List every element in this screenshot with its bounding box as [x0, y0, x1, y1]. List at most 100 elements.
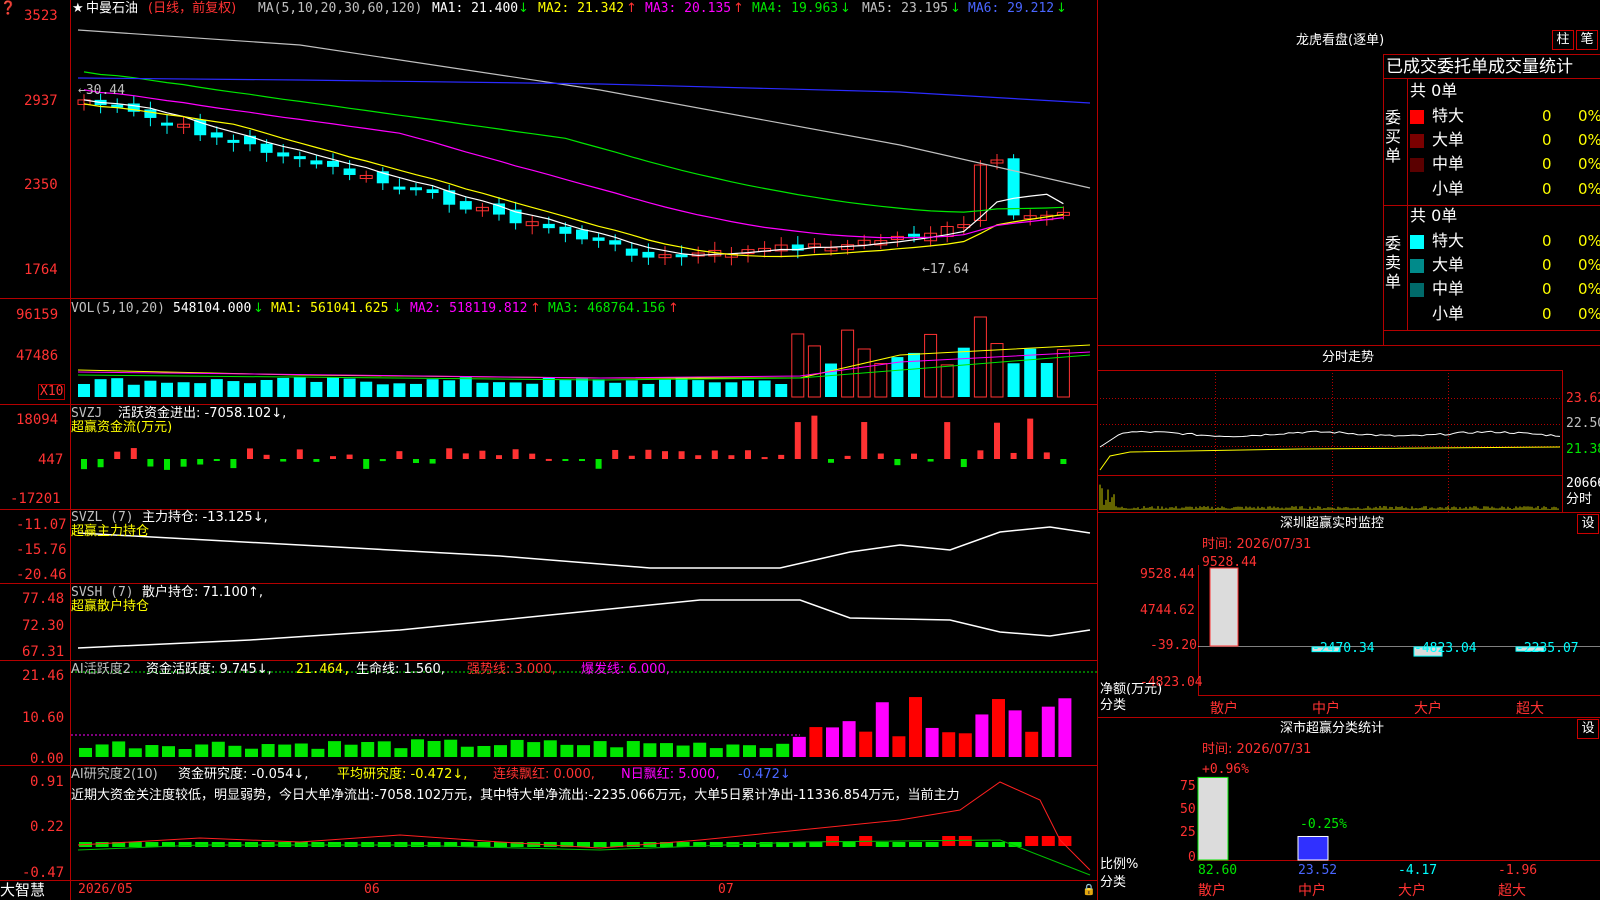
vol-bar	[509, 382, 522, 397]
svzj-bar	[429, 459, 436, 464]
ai-active-bar	[178, 748, 192, 757]
settings-marker-icon[interactable]: ❓	[0, 2, 16, 16]
y-tick-svzl-0: -11.07	[16, 517, 67, 533]
lock-icon[interactable]: 🔒	[1082, 883, 1096, 897]
ai-active-bar	[975, 714, 989, 757]
lhb-sell-row-count: 0	[1542, 280, 1552, 298]
svzj-bar	[512, 449, 519, 459]
y-tick-air-0: 0.91	[30, 774, 64, 790]
ma3-arrow: ↑	[733, 1, 744, 16]
ai-research-bar	[128, 842, 142, 847]
svzj-bar	[413, 459, 419, 463]
period-label[interactable]: (日线，前复权)	[148, 2, 236, 16]
lhb-detail-button[interactable]: 笔	[1576, 30, 1598, 50]
brand-label: 大智慧	[0, 881, 46, 899]
ai-active-lifeline: 生命线: 1.560,	[356, 662, 445, 677]
ai-active-burstline: 爆发线: 6.000,	[581, 662, 670, 677]
vol-bar	[277, 377, 290, 397]
ma2-arrow: ↑	[626, 1, 637, 16]
ma5-arrow: ↓	[950, 1, 961, 16]
ai-active-bar	[128, 748, 142, 757]
ma2-value: MA2: 21.342	[538, 1, 625, 16]
ai-active-bar	[328, 741, 341, 757]
vol-bar	[957, 347, 970, 397]
monitor-ytick-0: 9528.44	[1140, 567, 1195, 582]
ai-active-bar	[577, 745, 590, 757]
candle-body	[227, 139, 240, 143]
ai-active-bar	[610, 747, 624, 757]
ma3-value: MA3: 20.135	[645, 1, 732, 16]
vol-bar	[924, 333, 938, 398]
ai-research-bar	[958, 836, 972, 846]
intraday-tick-0: 23.62	[1566, 391, 1600, 406]
vol-bar	[725, 382, 738, 397]
vol-bar	[343, 378, 356, 397]
ai-active-bar	[842, 721, 856, 757]
vol-bar	[177, 382, 190, 397]
candle-body	[343, 168, 356, 175]
lhb-bar-button[interactable]: 柱	[1552, 30, 1574, 50]
ai-active-bar	[859, 731, 873, 757]
ai-active-bar	[477, 745, 491, 757]
ai-research-bar	[709, 842, 723, 847]
vol-bar	[244, 383, 256, 397]
y-tick-vol-0: 96159	[16, 307, 59, 323]
intraday-tick-1: 22.50	[1566, 416, 1600, 431]
svzj-sub: 超赢资金流(万元)	[71, 420, 173, 435]
svzj-bar	[296, 449, 303, 459]
svzj-bar	[247, 448, 253, 459]
vol-unit-badge[interactable]: X10	[38, 384, 66, 400]
lhb-header: 已成交委托单成交量统计	[1386, 57, 1573, 77]
lhb-buy-row-name: 特大	[1432, 106, 1465, 125]
classify-ytick-2: 25	[1180, 825, 1196, 840]
vol-bar	[775, 384, 788, 397]
svzl-sub: 超赢主力持仓	[71, 524, 150, 539]
vol-bar	[609, 382, 622, 397]
intraday-tick-2: 21.38	[1566, 442, 1600, 457]
lhb-buy-row-count: 0	[1542, 107, 1552, 125]
svzj-bar	[678, 451, 685, 459]
monitor-cat-label: 中户	[1312, 700, 1340, 717]
svzj-bar	[164, 459, 170, 470]
classify-settings-button[interactable]: 设	[1577, 719, 1599, 739]
ai-active-bar	[261, 744, 275, 757]
vol-ma3: MA3: 468764.156	[548, 301, 666, 316]
ma1-value: MA1: 21.400	[432, 1, 519, 16]
svzj-bar	[496, 455, 502, 459]
vol-bar	[360, 381, 373, 397]
ai-active-bar	[909, 697, 922, 757]
ai-active-bar	[626, 741, 640, 757]
ai-research-bar	[892, 842, 906, 847]
ai-active-bar	[660, 743, 673, 757]
stock-name: 中曼石油	[86, 1, 139, 16]
candle-body	[592, 237, 605, 241]
svzj-bar	[130, 448, 137, 459]
vol-bar	[227, 381, 240, 397]
ai-research-v5: -0.472↓	[738, 767, 791, 782]
candle-body	[293, 156, 306, 160]
y-tick-main-0: 3523	[24, 8, 58, 24]
ai-research-bar	[842, 842, 856, 847]
ma4-value: MA4: 19.963	[752, 1, 839, 16]
candle-body	[277, 152, 290, 157]
vol-bar	[310, 381, 323, 397]
ai-research-bar	[1041, 836, 1055, 846]
ai-active-bar	[294, 743, 308, 757]
lhb-buy-row-count: 0	[1542, 155, 1552, 173]
monitor-settings-button[interactable]: 设	[1577, 514, 1599, 534]
svzj-bar	[944, 422, 951, 459]
candle-body	[642, 251, 655, 258]
monitor-bar-label: -2235.07	[1516, 641, 1579, 656]
lhb-sell-row-name: 特大	[1432, 231, 1465, 250]
vol-bar	[426, 379, 439, 397]
y-tick-air-1: 0.22	[30, 819, 64, 835]
ai-research-bar	[875, 842, 889, 847]
y-tick-svzl-2: -20.46	[16, 567, 67, 583]
candle-body	[576, 229, 588, 240]
vol-bar	[625, 380, 638, 397]
candle-body	[310, 160, 323, 165]
ai-active-bar	[792, 736, 806, 757]
ai-active-bar	[527, 742, 541, 757]
ma1-line	[83, 99, 1064, 257]
monitor-bar-label: -4823.04	[1414, 641, 1477, 656]
